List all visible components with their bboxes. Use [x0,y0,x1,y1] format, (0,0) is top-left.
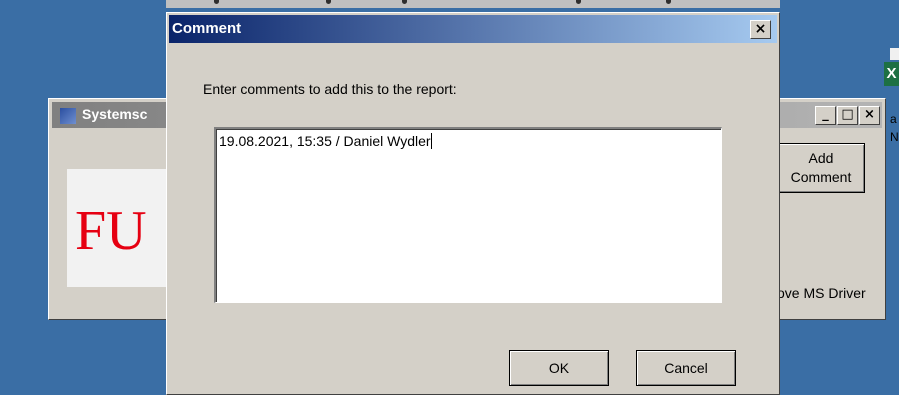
comment-textarea[interactable]: 19.08.2021, 15:35 / Daniel Wydler [214,127,722,303]
minimize-icon[interactable]: _ [815,106,836,125]
comment-dialog: Comment × Enter comments to add this to … [166,12,780,395]
dialog-titlebar[interactable]: Comment × [169,15,777,43]
background-window-title: Systemsc [82,106,148,122]
comment-text: 19.08.2021, 15:35 / Daniel Wydler [219,133,431,149]
desktop-label-fragment: a [890,112,897,126]
dialog-title: Comment [172,20,242,37]
driver-label: ove MS Driver [777,285,866,301]
app-icon [60,108,76,124]
maximize-icon[interactable]: □ [837,106,858,125]
taskbar-strip [166,0,780,8]
comment-prompt: Enter comments to add this to the report… [203,81,457,97]
desktop-icon-fragment [890,48,899,60]
cancel-button[interactable]: Cancel [636,350,736,386]
close-icon[interactable]: × [750,20,771,39]
add-comment-button[interactable]: Add Comment [777,143,865,193]
text-caret [430,133,432,149]
ok-button[interactable]: OK [509,350,609,386]
logo-text: FU [75,200,147,262]
close-icon[interactable]: × [859,106,880,125]
desktop-label-fragment: N [890,130,899,144]
excel-icon[interactable]: X [884,62,899,86]
